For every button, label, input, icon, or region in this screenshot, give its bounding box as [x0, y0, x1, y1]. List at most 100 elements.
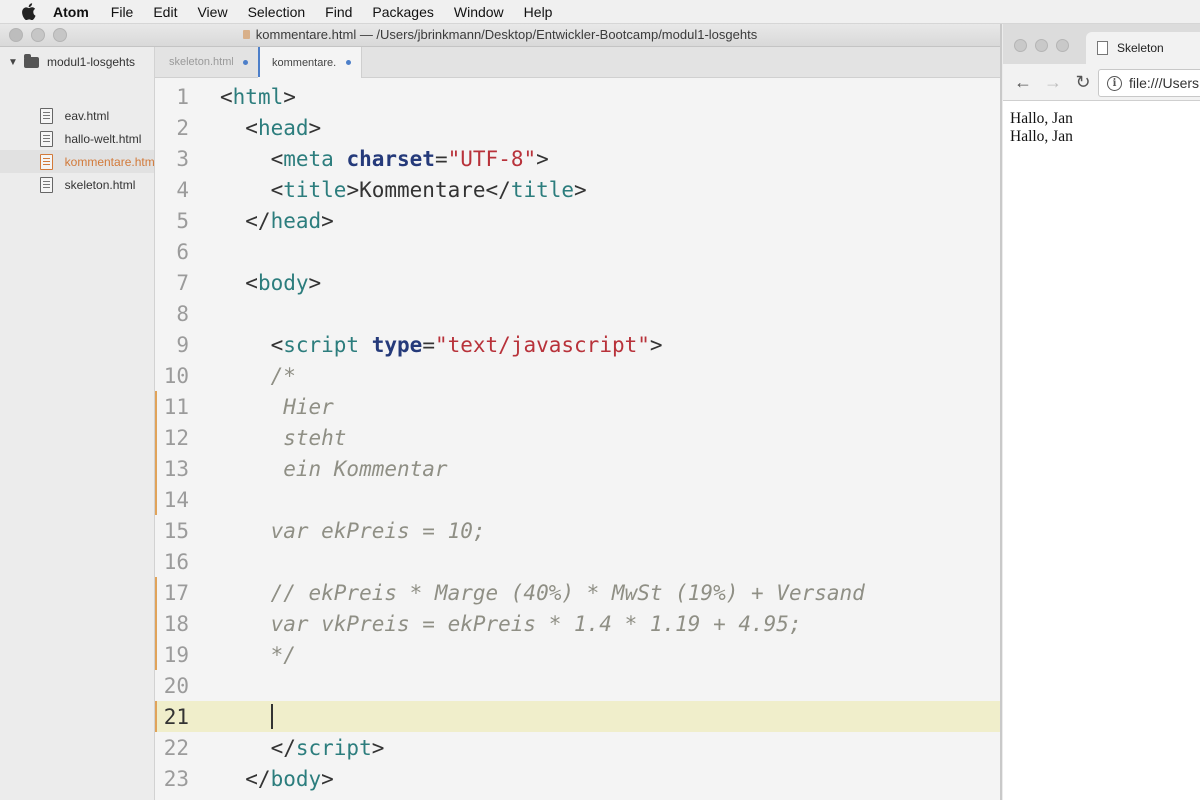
code-line[interactable]: 23 </body>	[155, 763, 1000, 794]
back-arrow-icon[interactable]: ←	[1013, 72, 1033, 93]
code-token: <	[220, 177, 284, 202]
file-icon	[40, 153, 53, 170]
menu-app-atom[interactable]: Atom	[53, 4, 89, 20]
code-token: <	[220, 270, 258, 295]
code-token: >	[536, 146, 549, 171]
code-line[interactable]: 17 // ekPreis * Marge (40%) * MwSt (19%)…	[155, 577, 1000, 608]
code-line[interactable]: 22 </script>	[155, 732, 1000, 763]
menu-edit[interactable]: Edit	[153, 4, 177, 20]
code-token: steht	[220, 425, 347, 450]
line-number: 19	[163, 642, 189, 667]
code-token: type	[371, 332, 423, 357]
code-token: >Kommentare</	[346, 177, 511, 202]
menu-view[interactable]: View	[197, 4, 227, 20]
file-icon	[40, 130, 53, 147]
code-line[interactable]: 5 </head>	[155, 205, 1000, 236]
code-line[interactable]: 1 <html>	[155, 81, 1000, 112]
menu-selection[interactable]: Selection	[248, 4, 306, 20]
modified-indicator-icon[interactable]	[243, 59, 248, 65]
browser-close-button[interactable]	[1014, 39, 1027, 52]
tab-skeleton[interactable]: skeleton.html	[155, 47, 259, 77]
git-modified-marker	[155, 701, 157, 732]
code-line[interactable]: 21	[155, 701, 1000, 732]
code-text: /*	[220, 364, 296, 388]
menu-window[interactable]: Window	[454, 4, 504, 20]
code-token: <	[220, 332, 284, 357]
code-text: <head>	[220, 116, 321, 140]
line-number: 15	[163, 518, 189, 543]
code-line[interactable]: 6	[155, 236, 1000, 267]
code-line[interactable]: 16	[155, 546, 1000, 577]
apple-icon[interactable]	[21, 3, 39, 21]
code-line[interactable]: 9 <script type="text/javascript">	[155, 329, 1000, 360]
atom-window: kommentare.html — /Users/jbrinkmann/Desk…	[0, 24, 1002, 800]
code-line[interactable]: 4 <title>Kommentare</title>	[155, 174, 1000, 205]
code-line[interactable]: 19 */	[155, 639, 1000, 670]
tree-view: ▼ modul1-losgehts eav.html hallo-welt.ht…	[0, 47, 155, 800]
browser-minimize-button[interactable]	[1035, 39, 1048, 52]
modified-indicator-icon[interactable]	[346, 60, 351, 65]
line-number: 21	[163, 704, 189, 729]
code-token: // ekPreis * Marge (40%) * MwSt (19%) + …	[220, 580, 865, 605]
code-line[interactable]: 11 Hier	[155, 391, 1000, 422]
git-modified-marker	[155, 577, 157, 608]
code-line[interactable]: 3 <meta charset="UTF-8">	[155, 143, 1000, 174]
code-token: >	[308, 115, 322, 140]
code-line[interactable]: 13 ein Kommentar	[155, 453, 1000, 484]
window-titlebar[interactable]: kommentare.html — /Users/jbrinkmann/Desk…	[0, 24, 1000, 47]
code-text: </body>	[220, 767, 334, 791]
code-text: <script type="text/javascript">	[220, 333, 663, 357]
code-line[interactable]: 15 var ekPreis = 10;	[155, 515, 1000, 546]
code-token: head	[270, 208, 322, 233]
code-line[interactable]: 20	[155, 670, 1000, 701]
page-text-line: Hallo, Jan	[1010, 128, 1073, 145]
code-line[interactable]: 12 steht	[155, 422, 1000, 453]
page-content: Hallo, Jan Hallo, Jan	[1010, 110, 1073, 146]
tree-file-skeleton[interactable]: skeleton.html	[0, 173, 154, 196]
menu-help[interactable]: Help	[524, 4, 553, 20]
git-modified-marker	[155, 391, 157, 422]
code-text: <body>	[220, 271, 321, 295]
tree-root-folder[interactable]: ▼ modul1-losgehts	[8, 53, 136, 69]
line-number: 18	[163, 611, 189, 636]
code-token: =	[434, 146, 448, 171]
tree-file-label: kommentare.html	[64, 154, 154, 169]
info-icon[interactable]: i	[1107, 75, 1122, 91]
code-text: <title>Kommentare</title>	[220, 178, 587, 202]
chevron-down-icon[interactable]: ▼	[8, 57, 18, 68]
browser-tab[interactable]: Skeleton	[1086, 32, 1200, 64]
line-number: 5	[176, 208, 189, 233]
code-token: "UTF-8"	[447, 146, 537, 171]
tree-file-kommentare[interactable]: kommentare.html	[0, 150, 154, 173]
code-line[interactable]: 18 var vkPreis = ekPreis * 1.4 * 1.19 + …	[155, 608, 1000, 639]
code-line[interactable]: 14	[155, 484, 1000, 515]
git-modified-marker	[155, 639, 157, 670]
browser-window-controls	[1014, 39, 1077, 52]
code-token: "text/javascript"	[434, 332, 650, 357]
tab-kommentare[interactable]: kommentare.html	[258, 47, 362, 78]
address-bar[interactable]: i file:///Users	[1098, 69, 1200, 97]
reload-icon[interactable]: ↻	[1073, 72, 1093, 93]
tree-file-eav[interactable]: eav.html	[0, 104, 154, 127]
menu-file[interactable]: File	[111, 4, 134, 20]
code-token: meta	[283, 146, 334, 171]
code-line[interactable]: 7 <body>	[155, 267, 1000, 298]
line-number: 10	[163, 363, 189, 388]
code-line[interactable]: 10 /*	[155, 360, 1000, 391]
browser-toolbar: ← → ↻ i file:///Users	[1003, 64, 1200, 101]
menu-find[interactable]: Find	[325, 4, 352, 20]
code-line[interactable]: 2 <head>	[155, 112, 1000, 143]
browser-zoom-button[interactable]	[1056, 39, 1069, 52]
code-token: >	[649, 332, 663, 357]
tree-file-label: skeleton.html	[64, 177, 136, 192]
code-line[interactable]: 8	[155, 298, 1000, 329]
line-number: 16	[163, 549, 189, 574]
code-text	[220, 704, 273, 730]
code-editor[interactable]: 1 <html> 2 <head> 3 <meta charset="UTF-8"> 4…	[155, 78, 1000, 800]
folder-icon	[24, 53, 39, 68]
tree-root-label: modul1-losgehts	[47, 55, 136, 69]
menu-packages[interactable]: Packages	[372, 4, 433, 20]
tree-file-hallo-welt[interactable]: hallo-welt.html	[0, 127, 154, 150]
forward-arrow-icon[interactable]: →	[1043, 72, 1063, 93]
line-number: 12	[163, 425, 189, 450]
